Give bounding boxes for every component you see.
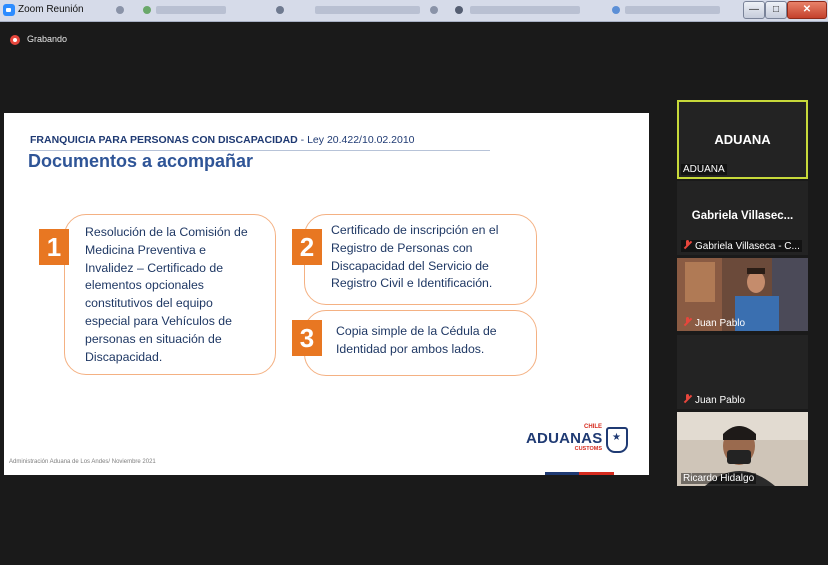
mic-muted-icon [683,240,692,250]
text-line: Registro de Personas con [331,240,473,255]
slide-header-law: - Ley 20.422/10.02.2010 [297,134,415,146]
document-number-3: 3 [292,320,322,356]
background-tab-icon [430,6,438,14]
background-tab [470,6,580,14]
recording-label: Grabando [27,34,68,44]
maximize-button[interactable]: □ [765,1,787,19]
participant-label: Gabriela Villaseca - C... [695,241,800,252]
close-button[interactable]: ✕ [787,1,827,19]
participant-label: Ricardo Hidalgo [681,473,757,484]
participant-name-display: Gabriela Villasec... [691,210,794,222]
background-tab [156,6,226,14]
participant-tile-juan-pablo-video[interactable]: Juan Pablo [677,258,808,331]
participant-label: Juan Pablo [695,318,746,329]
aduanas-logo: CHILE ADUANAS CUSTOMS [526,420,630,456]
participant-name-display: ADUANA [714,132,771,147]
participant-label: Juan Pablo [695,395,746,406]
logo-name-text: ADUANAS [526,430,603,447]
logo-customs-text: CUSTOMS [574,446,602,452]
window-titlebar: Zoom Reunión — □ ✕ [0,0,828,22]
participant-label: ADUANA [681,164,727,175]
background-tab [315,6,420,14]
slide-title: Documentos a acompañar [28,151,254,171]
window-title: Zoom Reunión [18,4,84,15]
mic-muted-icon [683,317,692,327]
document-text-2: Certificado de inscripción en el Registr… [331,222,536,293]
background-tab-icon [612,6,620,14]
text-line: Invalidez – Certificado de [85,260,224,275]
flag-strip [545,472,614,475]
text-line: especial para Vehículos de [85,313,232,328]
text-line: Certificado de inscripción en el [331,223,499,237]
slide-header-bold: FRANQUICIA PARA PERSONAS CON DISCAPACIDA… [30,134,298,146]
background-tab [625,6,720,14]
participant-label-row: Juan Pablo [681,394,747,406]
participant-tile-gabriela[interactable]: Gabriela Villasec... Gabriela Villaseca … [677,181,808,255]
slide-header: FRANQUICIA PARA PERSONAS CON DISCAPACIDA… [30,134,415,146]
text-line: Registro Civil e Identificación. [331,276,493,291]
mic-muted-icon [683,394,692,404]
participant-tile-aduana[interactable]: ADUANA ADUANA [677,100,808,179]
document-text-3: Copia simple de la Cédula de Identidad p… [336,323,536,359]
participant-tile-ricardo[interactable]: Ricardo Hidalgo [677,412,808,486]
document-text-1: Resolución de la Comisión de Medicina Pr… [85,224,275,366]
background-tab-icon [116,6,124,14]
zoom-app-icon [3,4,15,16]
document-number-1: 1 [39,229,69,265]
text-line: constitutivos del equipo [85,296,213,311]
text-line: Discapacidad. [85,349,163,364]
slide-footer: Administración Aduana de Los Andes/ Novi… [9,459,156,465]
document-number-2: 2 [292,229,322,265]
participant-tile-juan-pablo[interactable]: Juan Pablo [677,335,808,409]
background-tab-icon [276,6,284,14]
text-line: elementos opcionales [85,278,204,293]
minimize-button[interactable]: — [743,1,765,19]
shield-icon [606,427,628,453]
record-icon [10,35,20,45]
background-tab-icon [455,6,463,14]
text-line: Medicina Preventiva e [85,242,206,257]
participant-label-row: Juan Pablo [681,317,747,329]
background-tab-icon [143,6,151,14]
text-line: personas en situación de [85,331,222,346]
shared-screen-slide: FRANQUICIA PARA PERSONAS CON DISCAPACIDA… [4,113,649,475]
text-line: Identidad por ambos lados. [336,341,485,356]
participant-label-row: Gabriela Villaseca - C... [681,240,802,252]
text-line: Resolución de la Comisión de [85,225,248,239]
text-line: Discapacidad del Servicio de [331,258,489,273]
text-line: Copia simple de la Cédula de [336,324,497,338]
